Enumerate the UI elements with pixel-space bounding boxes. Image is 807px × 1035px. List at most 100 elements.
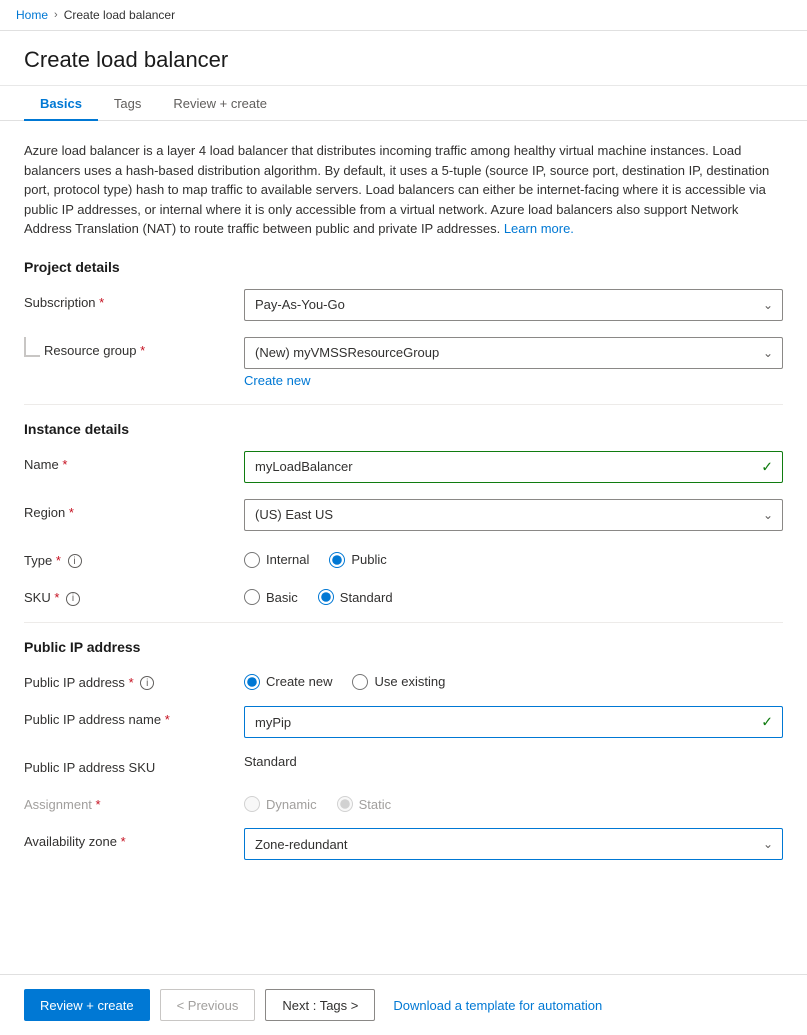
sku-control: Basic Standard <box>244 584 783 605</box>
instance-details-title: Instance details <box>24 421 783 437</box>
previous-button[interactable]: < Previous <box>160 989 256 1021</box>
assignment-dynamic-option[interactable]: Dynamic <box>244 796 317 812</box>
type-internal-radio[interactable] <box>244 552 260 568</box>
assignment-label: Assignment * <box>24 791 244 812</box>
resource-group-create-new[interactable]: Create new <box>244 373 310 388</box>
next-button[interactable]: Next : Tags > <box>265 989 375 1021</box>
name-input[interactable] <box>244 451 783 483</box>
subscription-control: Pay-As-You-Go ⌄ <box>244 289 783 321</box>
breadcrumb-home[interactable]: Home <box>16 8 48 22</box>
availability-zone-select[interactable]: Zone-redundant <box>244 828 783 860</box>
region-label: Region * <box>24 499 244 520</box>
region-required: * <box>69 505 74 520</box>
form-content: Azure load balancer is a layer 4 load ba… <box>0 121 807 974</box>
name-row: Name * ✓ <box>24 451 783 483</box>
type-row: Type * i Internal Public <box>24 547 783 569</box>
public-ip-name-check-icon: ✓ <box>761 714 773 731</box>
availability-zone-label: Availability zone * <box>24 828 244 849</box>
type-required: * <box>56 553 61 568</box>
create-new-option[interactable]: Create new <box>244 674 332 690</box>
subscription-row: Subscription * Pay-As-You-Go ⌄ <box>24 289 783 321</box>
page-wrapper: Home › Create load balancer Create load … <box>0 0 807 1035</box>
public-ip-sku-row: Public IP address SKU Standard <box>24 754 783 775</box>
page-title-section: Create load balancer <box>0 31 807 86</box>
project-details-title: Project details <box>24 259 783 275</box>
sku-info-icon[interactable]: i <box>66 592 80 606</box>
region-row: Region * (US) East US ⌄ <box>24 499 783 531</box>
create-new-label: Create new <box>266 674 332 689</box>
name-required: * <box>62 457 67 472</box>
availability-zone-control: Zone-redundant ⌄ <box>244 828 783 860</box>
assignment-static-label: Static <box>359 797 392 812</box>
type-label: Type * i <box>24 547 244 569</box>
public-ip-sku-label: Public IP address SKU <box>24 754 244 775</box>
sku-row: SKU * i Basic Standard <box>24 584 783 606</box>
sku-standard-label: Standard <box>340 590 393 605</box>
public-ip-address-control: Create new Use existing <box>244 669 783 690</box>
public-ip-address-label: Public IP address * i <box>24 669 244 691</box>
description-text: Azure load balancer is a layer 4 load ba… <box>24 141 783 239</box>
assignment-static-option[interactable]: Static <box>337 796 392 812</box>
availability-zone-select-wrapper: Zone-redundant ⌄ <box>244 828 783 860</box>
public-ip-required: * <box>129 675 134 690</box>
breadcrumb: Home › Create load balancer <box>0 0 807 31</box>
type-info-icon[interactable]: i <box>68 554 82 568</box>
type-public-radio[interactable] <box>329 552 345 568</box>
type-public-option[interactable]: Public <box>329 552 386 568</box>
type-internal-option[interactable]: Internal <box>244 552 309 568</box>
sku-required: * <box>54 590 59 605</box>
use-existing-label: Use existing <box>374 674 445 689</box>
name-input-wrapper: ✓ <box>244 451 783 483</box>
resource-group-select-wrapper: (New) myVMSSResourceGroup ⌄ <box>244 337 783 369</box>
use-existing-radio[interactable] <box>352 674 368 690</box>
resource-group-select[interactable]: (New) myVMSSResourceGroup <box>244 337 783 369</box>
public-ip-sku-value: Standard <box>244 748 297 769</box>
type-internal-label: Internal <box>266 552 309 567</box>
region-control: (US) East US ⌄ <box>244 499 783 531</box>
resource-group-indent <box>24 337 40 357</box>
create-new-radio[interactable] <box>244 674 260 690</box>
name-control: ✓ <box>244 451 783 483</box>
region-select[interactable]: (US) East US <box>244 499 783 531</box>
public-ip-address-row: Public IP address * i Create new <box>24 669 783 691</box>
public-ip-name-input[interactable] <box>244 706 783 738</box>
subscription-select[interactable]: Pay-As-You-Go <box>244 289 783 321</box>
automation-link[interactable]: Download a template for automation <box>393 998 602 1013</box>
breadcrumb-separator: › <box>54 9 58 21</box>
assignment-dynamic-radio[interactable] <box>244 796 260 812</box>
learn-more-link[interactable]: Learn more. <box>504 221 574 236</box>
resource-group-control: (New) myVMSSResourceGroup ⌄ Create new <box>244 337 783 388</box>
region-select-wrapper: (US) East US ⌄ <box>244 499 783 531</box>
public-ip-name-input-wrapper: ✓ <box>244 706 783 738</box>
public-ip-name-required: * <box>165 712 170 727</box>
public-ip-name-label: Public IP address name * <box>24 706 244 727</box>
assignment-static-radio[interactable] <box>337 796 353 812</box>
tabs-bar: Basics Tags Review + create <box>0 86 807 121</box>
sku-basic-option[interactable]: Basic <box>244 589 298 605</box>
public-ip-info-icon[interactable]: i <box>140 676 154 690</box>
public-ip-section: Public IP address Public IP address * i … <box>24 639 783 861</box>
sku-basic-label: Basic <box>266 590 298 605</box>
tab-basics[interactable]: Basics <box>24 86 98 121</box>
sku-standard-radio[interactable] <box>318 589 334 605</box>
tab-review-create[interactable]: Review + create <box>157 86 283 121</box>
breadcrumb-current: Create load balancer <box>64 8 175 22</box>
project-details-section: Project details Subscription * Pay-As-Yo… <box>24 259 783 388</box>
sku-standard-option[interactable]: Standard <box>318 589 393 605</box>
resource-group-label: Resource group * <box>40 337 244 358</box>
subscription-select-wrapper: Pay-As-You-Go ⌄ <box>244 289 783 321</box>
sku-radio-group: Basic Standard <box>244 584 783 605</box>
review-create-button[interactable]: Review + create <box>24 989 150 1021</box>
type-radio-group: Internal Public <box>244 547 783 568</box>
public-ip-title: Public IP address <box>24 639 783 655</box>
assignment-radio-group: Dynamic Static <box>244 791 783 812</box>
tab-tags[interactable]: Tags <box>98 86 157 121</box>
sku-basic-radio[interactable] <box>244 589 260 605</box>
name-check-icon: ✓ <box>761 458 773 475</box>
use-existing-option[interactable]: Use existing <box>352 674 445 690</box>
assignment-required: * <box>96 797 101 812</box>
type-public-label: Public <box>351 552 386 567</box>
public-ip-name-control: ✓ <box>244 706 783 738</box>
assignment-control: Dynamic Static <box>244 791 783 812</box>
public-ip-sku-control: Standard <box>244 754 783 769</box>
